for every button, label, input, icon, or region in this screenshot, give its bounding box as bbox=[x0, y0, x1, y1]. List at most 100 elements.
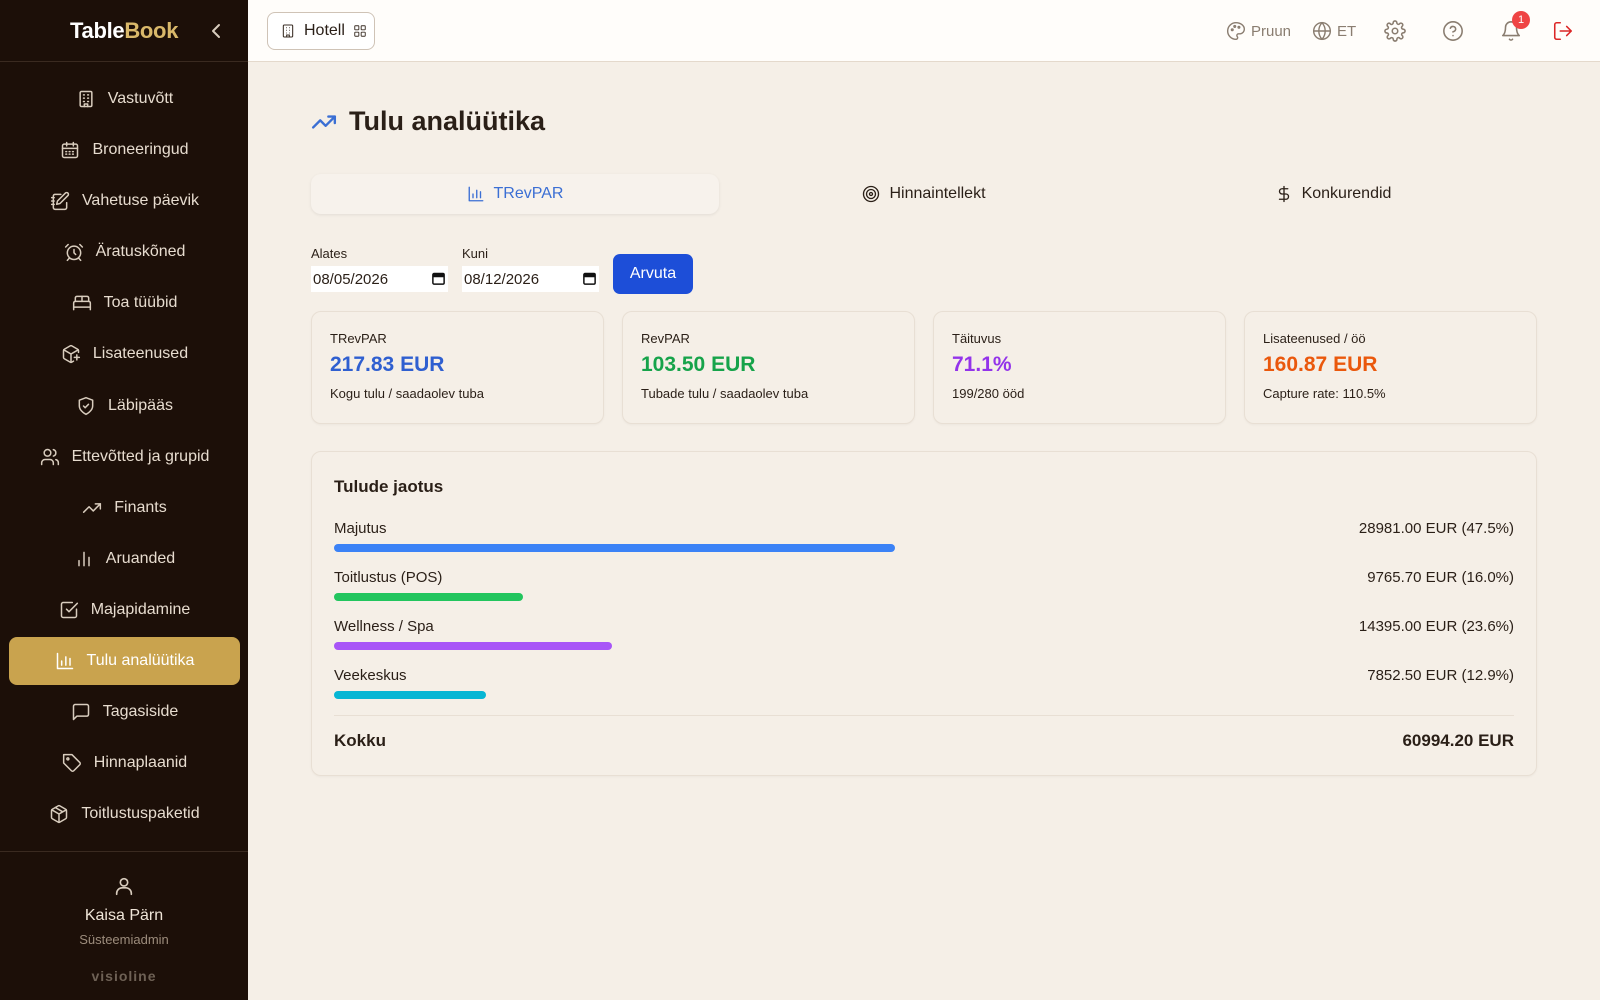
sidebar-item-aratuskoned[interactable]: Äratuskõned bbox=[9, 228, 240, 276]
kpi-value: 217.83 EUR bbox=[330, 353, 445, 376]
sidebar-item-finants[interactable]: Finants bbox=[9, 484, 240, 532]
dollar-icon bbox=[1278, 185, 1289, 203]
tab-hinnaintellekt[interactable]: Hinnaintellekt bbox=[720, 174, 1128, 214]
logout-button[interactable] bbox=[1552, 19, 1574, 43]
calendar-icon bbox=[62, 141, 79, 159]
page-title: Tulu analüütika bbox=[311, 106, 545, 137]
sidebar-item-tagasiside[interactable]: Tagasiside bbox=[9, 688, 240, 736]
sidebar-item-label: Vastuvõtt bbox=[107, 90, 174, 107]
sidebar: TableBook Vastuvõtt Broneeringud Vahetus… bbox=[0, 0, 248, 1000]
from-date-value: 08/05/2026 bbox=[313, 270, 389, 288]
kpi-label: TRevPAR bbox=[330, 331, 387, 346]
brand-part-2: Book bbox=[124, 18, 179, 43]
help-button[interactable] bbox=[1442, 19, 1464, 43]
kpi-subtitle: Kogu tulu / saadaolev tuba bbox=[330, 386, 484, 401]
chart-bars-icon bbox=[468, 186, 483, 202]
building-icon bbox=[79, 90, 93, 108]
sidebar-item-label: Toitlustuspaketid bbox=[81, 805, 200, 823]
message-square-icon bbox=[72, 703, 89, 721]
bed-icon bbox=[72, 295, 91, 311]
notebook-pen-icon bbox=[50, 192, 70, 211]
box-icon bbox=[51, 805, 68, 824]
from-date-input[interactable]: 08/05/2026 bbox=[311, 266, 448, 292]
breakdown-row-name: Wellness / Spa bbox=[334, 618, 434, 635]
help-circle-icon bbox=[1443, 21, 1463, 41]
breakdown-bar bbox=[334, 642, 613, 650]
palette-icon bbox=[1227, 21, 1246, 41]
breakdown-row-amount: 7852.50 EUR (12.9%) bbox=[1367, 667, 1514, 684]
collapse-sidebar-button[interactable] bbox=[206, 20, 226, 42]
calendar-icon[interactable] bbox=[582, 271, 597, 286]
package-plus-icon bbox=[62, 345, 80, 364]
user-icon bbox=[115, 877, 133, 896]
sidebar-item-label: Finants bbox=[114, 498, 167, 516]
breakdown-bar bbox=[334, 544, 895, 552]
users-icon bbox=[40, 448, 59, 465]
chevron-left-icon bbox=[212, 24, 220, 38]
user-panel[interactable]: Kaisa Pärn Süsteemiadmin visioline bbox=[0, 851, 248, 1000]
main-content: Tulu analüütika TRevPAR Hinnaintellekt K… bbox=[248, 62, 1600, 1000]
kpi-label: Täituvus bbox=[952, 331, 1002, 346]
user-name: Kaisa Pärn bbox=[84, 907, 164, 924]
bar-chart-icon bbox=[78, 551, 90, 567]
grid-icon bbox=[354, 25, 366, 37]
notifications-button[interactable]: 1 bbox=[1500, 11, 1530, 43]
sidebar-item-label: Äratuskõned bbox=[95, 243, 186, 261]
language-label: ET bbox=[1337, 22, 1357, 40]
logout-icon bbox=[1553, 21, 1573, 41]
breakdown-bar bbox=[334, 691, 487, 699]
kpi-label: RevPAR bbox=[641, 331, 690, 346]
kpi-value: 71.1% bbox=[952, 353, 1012, 376]
chart-bars-icon bbox=[56, 652, 73, 670]
calendar-icon[interactable] bbox=[431, 271, 446, 286]
sidebar-item-aruanded[interactable]: Aruanded bbox=[9, 535, 240, 583]
tab-label: Konkurendid bbox=[1301, 185, 1392, 202]
page-title-text: Tulu analüütika bbox=[349, 106, 546, 136]
to-date-value: 08/12/2026 bbox=[464, 270, 540, 288]
tab-konkurendid[interactable]: Konkurendid bbox=[1129, 174, 1537, 214]
kpi-subtitle: Tubade tulu / saadaolev tuba bbox=[641, 386, 809, 401]
alarm-clock-icon bbox=[64, 244, 83, 262]
theme-selector[interactable]: Pruun bbox=[1226, 19, 1291, 43]
sidebar-item-vastuvott[interactable]: Vastuvõtt bbox=[9, 75, 240, 123]
breakdown-title: Tulude jaotus bbox=[334, 477, 444, 496]
sidebar-item-hinnaplaanid[interactable]: Hinnaplaanid bbox=[9, 739, 240, 787]
tab-trevpar[interactable]: TRevPAR bbox=[311, 174, 719, 214]
sidebar-item-tulu-analuutika[interactable]: Tulu analüütika bbox=[9, 637, 240, 686]
breakdown-row-name: Veekeskus bbox=[334, 667, 407, 684]
breakdown-divider bbox=[334, 715, 1514, 716]
sidebar-item-toa-tuubid[interactable]: Toa tüübid bbox=[9, 279, 240, 327]
settings-button[interactable] bbox=[1384, 19, 1406, 43]
breakdown-total-label: Kokku bbox=[334, 731, 386, 750]
language-selector[interactable]: ET bbox=[1312, 19, 1356, 43]
sidebar-item-label: Vahetuse päevik bbox=[81, 192, 200, 210]
hotel-selector-button[interactable]: Hotell bbox=[267, 12, 375, 50]
kpi-subtitle: 199/280 ööd bbox=[952, 386, 1025, 401]
breakdown-row: Veekeskus 7852.50 EUR (12.9%) bbox=[334, 667, 1514, 707]
sidebar-item-label: Broneeringud bbox=[92, 141, 189, 159]
shield-check-icon bbox=[78, 396, 94, 415]
tag-icon bbox=[62, 754, 81, 773]
kpi-card-revpar: RevPAR 103.50 EUR Tubade tulu / saadaole… bbox=[622, 311, 915, 424]
building-icon bbox=[282, 24, 294, 38]
sidebar-item-toitlustuspaketid[interactable]: Toitlustuspaketid bbox=[9, 790, 240, 838]
breakdown-row: Toitlustus (POS) 9765.70 EUR (16.0%) bbox=[334, 569, 1514, 609]
hotel-selector-label: Hotell bbox=[304, 22, 345, 39]
sidebar-item-labipaas[interactable]: Läbipääs bbox=[9, 382, 240, 430]
sidebar-item-ettevotted-ja-grupid[interactable]: Ettevõtted ja grupid bbox=[9, 433, 240, 481]
kpi-card-trevpar: TRevPAR 217.83 EUR Kogu tulu / saadaolev… bbox=[311, 311, 604, 424]
breakdown-row-name: Toitlustus (POS) bbox=[334, 569, 443, 586]
calculate-button[interactable]: Arvuta bbox=[613, 254, 693, 294]
sidebar-item-label: Majapidamine bbox=[90, 600, 191, 618]
sidebar-nav: Vastuvõtt Broneeringud Vahetuse päevik Ä… bbox=[9, 75, 240, 841]
breakdown-row-name: Majutus bbox=[334, 520, 387, 537]
sidebar-item-majapidamine[interactable]: Majapidamine bbox=[9, 586, 240, 634]
sidebar-item-broneeringud[interactable]: Broneeringud bbox=[9, 126, 240, 174]
kpi-value: 160.87 EUR bbox=[1263, 353, 1378, 376]
sidebar-item-label: Tagasiside bbox=[102, 703, 179, 721]
sidebar-item-lisateenused[interactable]: Lisateenused bbox=[9, 330, 240, 378]
sidebar-item-label: Läbipääs bbox=[108, 396, 173, 414]
notification-badge: 1 bbox=[1512, 11, 1530, 29]
sidebar-item-vahetuse-paevik[interactable]: Vahetuse päevik bbox=[9, 177, 240, 225]
to-date-input[interactable]: 08/12/2026 bbox=[462, 266, 599, 292]
